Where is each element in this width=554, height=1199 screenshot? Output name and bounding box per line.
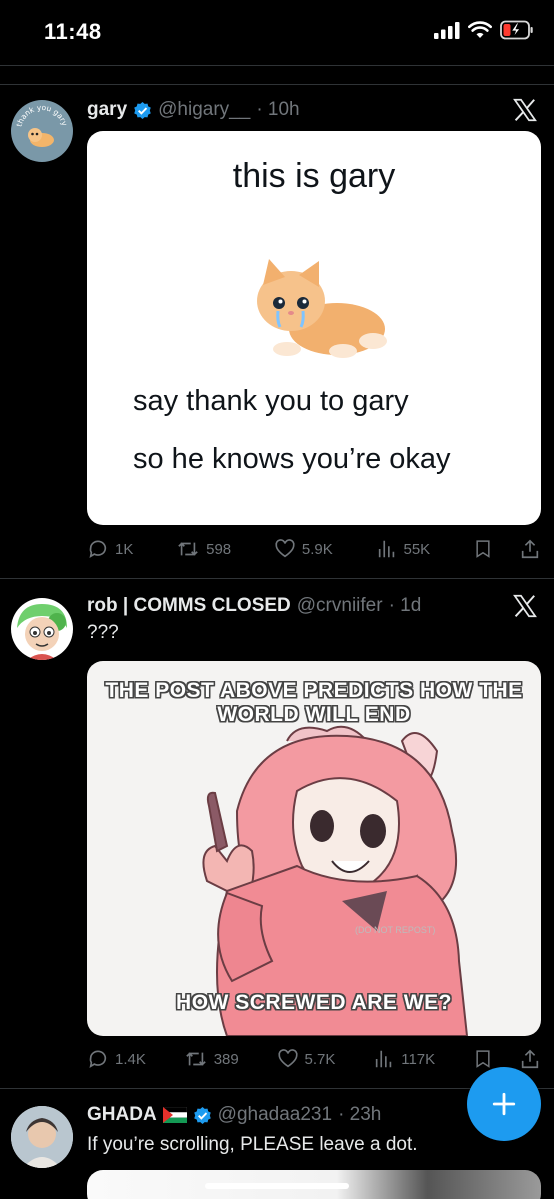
post-time[interactable]: · 23h [338, 1104, 381, 1126]
x-logo-icon[interactable] [512, 97, 538, 123]
reply-count: 1K [115, 540, 134, 558]
header-divider [0, 65, 554, 66]
x-logo-icon[interactable] [512, 593, 538, 619]
share-icon[interactable] [519, 1048, 541, 1070]
reply-count: 1.4K [115, 1050, 146, 1068]
reply-icon [89, 1050, 107, 1069]
image-caption-title: this is gary [232, 157, 396, 195]
heart-icon [277, 1049, 298, 1068]
meme-top-text: THE POST ABOVE PREDICTS HOW THE WORLD WI… [105, 679, 523, 726]
views-icon [376, 1050, 392, 1068]
avatar[interactable]: thank you gary [11, 100, 73, 162]
svg-text:thank you gary: thank you gary [15, 103, 70, 128]
post-time[interactable]: · 1d [389, 595, 422, 617]
reply-button[interactable]: 1.4K [87, 1048, 146, 1070]
views-button[interactable]: 117K [373, 1048, 435, 1070]
status-icons [434, 20, 534, 40]
post-actions: 1K 598 5.9K 55K [87, 538, 541, 560]
author-handle[interactable]: @crvniifer [297, 595, 383, 617]
share-icon[interactable] [519, 538, 541, 560]
header-divider-2 [0, 84, 554, 85]
palestine-flag-icon [162, 1107, 187, 1123]
image-caption-line-2: so he knows you’re okay [133, 443, 451, 475]
meme-bottom-text: HOW SCREWED ARE WE? [176, 991, 452, 1014]
like-count: 5.9K [301, 540, 333, 558]
views-count: 117K [401, 1050, 436, 1068]
avatar[interactable] [11, 598, 73, 660]
kitten-illustration [257, 259, 387, 358]
like-count: 5.7K [304, 1050, 336, 1068]
avatar[interactable] [11, 1106, 73, 1168]
image-watermark: (DO NOT REPOST) [355, 925, 436, 935]
post-text: If you’re scrolling, PLEASE leave a dot. [87, 1134, 418, 1155]
status-bar: 11:48 [0, 0, 554, 66]
repost-icon [185, 1052, 206, 1066]
views-button[interactable]: 55K [376, 538, 431, 560]
post-divider [0, 578, 554, 579]
like-button[interactable]: 5.7K [277, 1048, 336, 1070]
verified-badge-icon [193, 1106, 212, 1125]
author-name[interactable]: GHADA [87, 1104, 157, 1126]
views-icon [378, 540, 394, 558]
bookmark-icon[interactable] [473, 1048, 493, 1070]
bookmark-icon[interactable] [473, 538, 493, 560]
like-button[interactable]: 5.9K [274, 538, 333, 560]
status-time: 11:48 [44, 19, 102, 44]
author-handle[interactable]: @ghadaa231 [218, 1104, 332, 1126]
author-name[interactable]: rob | COMMS CLOSED [87, 595, 291, 617]
repost-button[interactable]: 598 [176, 538, 231, 560]
post-image[interactable]: THE POST ABOVE PREDICTS HOW THE WORLD WI… [87, 661, 541, 1036]
reply-icon [89, 540, 107, 559]
post-actions: 1.4K 389 5.7K 117K [87, 1048, 541, 1070]
verified-badge-icon [133, 101, 152, 120]
image-caption-line-1: say thank you to gary [133, 385, 409, 417]
compose-button[interactable] [467, 1067, 541, 1141]
battery-charging-icon [500, 20, 533, 40]
heart-icon [275, 539, 295, 558]
signal-icon [434, 22, 460, 39]
repost-button[interactable]: 389 [184, 1048, 239, 1070]
repost-count: 389 [213, 1050, 239, 1068]
views-count: 55K [403, 540, 431, 558]
post-image[interactable]: this is gary say thank you to gary so he… [87, 131, 541, 525]
post-text: ??? [87, 622, 119, 643]
repost-count: 598 [206, 540, 232, 558]
reply-button[interactable]: 1K [87, 538, 133, 560]
wifi-icon [468, 21, 492, 38]
plus-icon [492, 1092, 516, 1116]
post-secondary-actions [473, 538, 541, 560]
author-handle[interactable]: @higary__ [158, 99, 250, 121]
repost-icon [178, 542, 198, 556]
post-time[interactable]: · 10h [256, 99, 299, 121]
home-indicator[interactable] [205, 1183, 349, 1189]
avatar-caption: thank you gary [15, 103, 70, 128]
author-name[interactable]: gary [87, 99, 127, 121]
